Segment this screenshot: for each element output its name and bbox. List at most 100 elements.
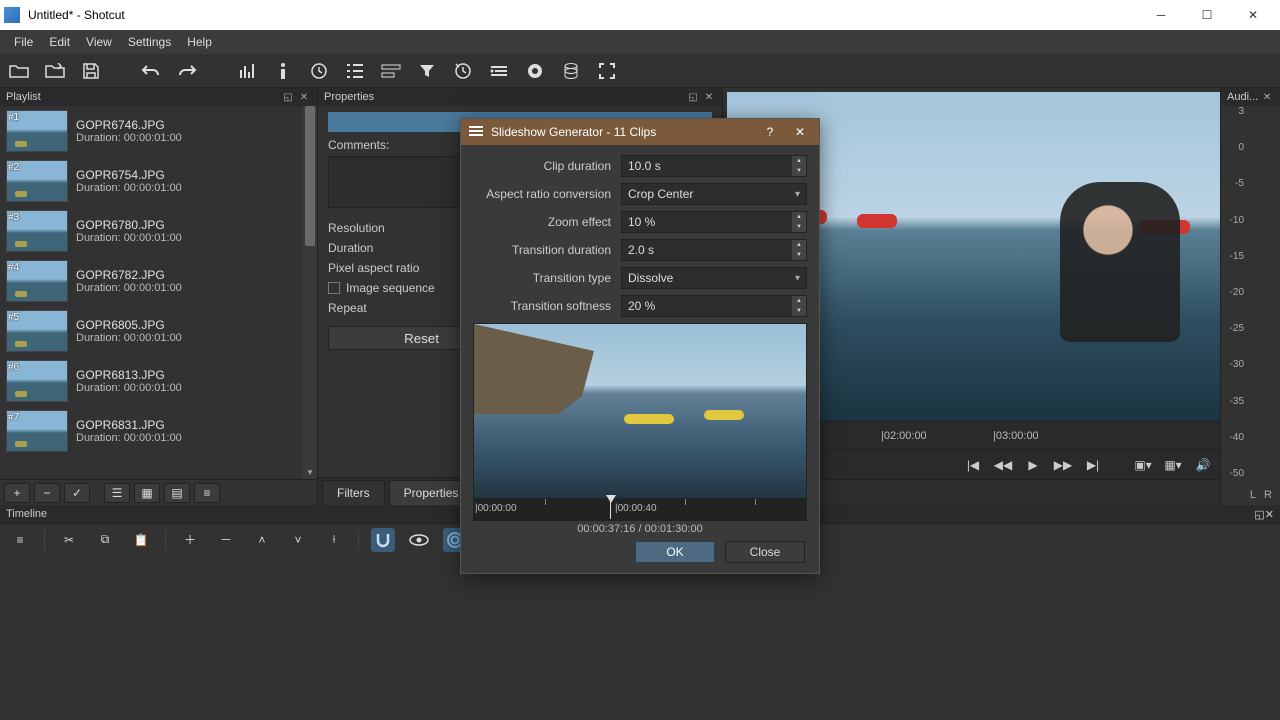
export-icon[interactable] xyxy=(524,60,546,82)
dialog-ruler[interactable]: |00:00:00 |00:00:40 xyxy=(473,499,807,521)
playlist-undock-icon[interactable]: ◱ xyxy=(281,90,295,104)
close-window-button[interactable]: ✕ xyxy=(1230,0,1276,30)
paste-icon[interactable]: 📋 xyxy=(129,528,153,552)
playlist-item[interactable]: #5GOPR6805.JPGDuration: 00:00:01:00 xyxy=(0,306,303,356)
playlist-panel: Playlist ◱ ✕ #1GOPR6746.JPGDuration: 00:… xyxy=(0,88,318,505)
peak-meter-icon[interactable] xyxy=(236,60,258,82)
filters-icon[interactable] xyxy=(416,60,438,82)
aspect-select[interactable]: Crop Center xyxy=(621,183,807,205)
image-sequence-checkbox[interactable] xyxy=(328,282,340,294)
tab-filters[interactable]: Filters xyxy=(322,480,385,505)
transition-type-select[interactable]: Dissolve xyxy=(621,267,807,289)
properties-undock-icon[interactable]: ◱ xyxy=(686,90,700,104)
transition-softness-input[interactable] xyxy=(621,295,807,317)
playlist-item-duration: Duration: 00:00:01:00 xyxy=(76,132,182,144)
playlist-item[interactable]: #1GOPR6746.JPGDuration: 00:00:01:00 xyxy=(0,106,303,156)
playlist-toolbar: + − ✓ ☰ ▦ ▤ ≡ xyxy=(0,479,317,505)
skip-next-icon[interactable]: ▶| xyxy=(1084,458,1102,472)
fullscreen-icon[interactable] xyxy=(596,60,618,82)
close-button[interactable]: Close xyxy=(725,541,805,563)
save-icon[interactable] xyxy=(80,60,102,82)
playlist-view-tiles-icon[interactable]: ▦ xyxy=(134,483,160,503)
menu-settings[interactable]: Settings xyxy=(120,31,179,53)
fast-forward-icon[interactable]: ▶▶ xyxy=(1054,458,1072,472)
spinner-icon[interactable]: ▲▼ xyxy=(792,156,806,176)
playlist-item[interactable]: #7GOPR6831.JPGDuration: 00:00:01:00 xyxy=(0,406,303,456)
timeline-icon[interactable] xyxy=(380,60,402,82)
playlist-item[interactable]: #2GOPR6754.JPGDuration: 00:00:01:00 xyxy=(0,156,303,206)
menu-help[interactable]: Help xyxy=(179,31,220,53)
titlebar: Untitled* - Shotcut ─ ☐ ✕ xyxy=(0,0,1280,30)
menu-file[interactable]: File xyxy=(6,31,41,53)
properties-close-icon[interactable]: ✕ xyxy=(702,90,716,104)
playlist-item[interactable]: #6GOPR6813.JPGDuration: 00:00:01:00 xyxy=(0,356,303,406)
snap-icon[interactable] xyxy=(371,528,395,552)
playlist-close-icon[interactable]: ✕ xyxy=(297,90,311,104)
playlist-scrollbar[interactable]: ▾ xyxy=(303,106,317,479)
playlist-view-icons-icon[interactable]: ▤ xyxy=(164,483,190,503)
properties-title: Properties xyxy=(324,91,374,103)
playlist-view-details-icon[interactable]: ☰ xyxy=(104,483,130,503)
transition-softness-label: Transition softness xyxy=(473,299,621,313)
play-icon[interactable]: ▶ xyxy=(1024,458,1042,472)
menu-edit[interactable]: Edit xyxy=(41,31,78,53)
remove-icon[interactable]: － xyxy=(214,528,238,552)
playlist-item[interactable]: #4GOPR6782.JPGDuration: 00:00:01:00 xyxy=(0,256,303,306)
maximize-button[interactable]: ☐ xyxy=(1184,0,1230,30)
menu-view[interactable]: View xyxy=(78,31,120,53)
main-toolbar xyxy=(0,54,1280,88)
overwrite-icon[interactable]: ˅ xyxy=(286,528,310,552)
playlist-update-icon[interactable]: ✓ xyxy=(64,483,90,503)
transition-duration-input[interactable] xyxy=(621,239,807,261)
open-icon[interactable] xyxy=(8,60,30,82)
volume-icon[interactable]: 🔊 xyxy=(1194,458,1212,472)
dialog-time: 00:00:37:16 / 00:01:30:00 xyxy=(473,521,807,541)
properties-icon[interactable] xyxy=(272,60,294,82)
clip-duration-input[interactable] xyxy=(621,155,807,177)
menubar: File Edit View Settings Help xyxy=(0,30,1280,54)
zoom-input[interactable] xyxy=(621,211,807,233)
redo-icon[interactable] xyxy=(176,60,198,82)
recent-icon[interactable] xyxy=(308,60,330,82)
grid-icon[interactable]: ▦▾ xyxy=(1164,458,1182,472)
playlist-add-icon[interactable]: + xyxy=(4,483,30,503)
playlist-icon[interactable] xyxy=(344,60,366,82)
dialog-titlebar[interactable]: Slideshow Generator - 11 Clips ? ✕ xyxy=(461,119,819,145)
undo-icon[interactable] xyxy=(140,60,162,82)
dialog-preview[interactable] xyxy=(473,323,807,499)
lift-icon[interactable]: ˄ xyxy=(250,528,274,552)
history-icon[interactable] xyxy=(488,60,510,82)
dialog-help-icon[interactable]: ? xyxy=(759,125,781,139)
timeline-undock-icon[interactable]: ◱ xyxy=(1254,508,1264,521)
playlist-item-name: GOPR6746.JPG xyxy=(76,118,182,132)
image-sequence-label: Image sequence xyxy=(346,281,435,295)
playlist-items[interactable]: #1GOPR6746.JPGDuration: 00:00:01:00 #2GO… xyxy=(0,106,303,479)
timeline-menu-icon[interactable]: ≡ xyxy=(8,528,32,552)
audio-meter-title: Audi... xyxy=(1227,91,1258,103)
jobs-icon[interactable] xyxy=(560,60,582,82)
app-logo-icon xyxy=(4,7,20,23)
keyframes-icon[interactable] xyxy=(452,60,474,82)
audio-meter-ticks: 30-5 -10-15-20 -25-30-35 -40-50 xyxy=(1230,106,1244,479)
clip-duration-label: Clip duration xyxy=(473,159,621,173)
cut-icon[interactable]: ✂ xyxy=(57,528,81,552)
playlist-header: Playlist ◱ ✕ xyxy=(0,88,317,106)
minimize-button[interactable]: ─ xyxy=(1138,0,1184,30)
open-other-icon[interactable] xyxy=(44,60,66,82)
dialog-close-icon[interactable]: ✕ xyxy=(789,125,811,139)
scrub-icon[interactable] xyxy=(407,528,431,552)
timeline-close-icon[interactable]: ✕ xyxy=(1265,508,1274,521)
audio-close-icon[interactable]: ✕ xyxy=(1260,90,1274,104)
ok-button[interactable]: OK xyxy=(635,541,715,563)
copy-icon[interactable]: ⧉ xyxy=(93,528,117,552)
skip-prev-icon[interactable]: |◀ xyxy=(964,458,982,472)
playlist-remove-icon[interactable]: − xyxy=(34,483,60,503)
timeline-tracks[interactable] xyxy=(0,555,1280,720)
audio-meter-panel: Audi...✕ 30-5 -10-15-20 -25-30-35 -40-50… xyxy=(1220,88,1280,505)
zoom-fit-icon[interactable]: ▣▾ xyxy=(1134,458,1152,472)
playlist-menu-icon[interactable]: ≡ xyxy=(194,483,220,503)
playlist-item[interactable]: #3GOPR6780.JPGDuration: 00:00:01:00 xyxy=(0,206,303,256)
append-icon[interactable]: ＋ xyxy=(178,528,202,552)
rewind-icon[interactable]: ◀◀ xyxy=(994,458,1012,472)
split-icon[interactable]: ⟊ xyxy=(322,528,346,552)
